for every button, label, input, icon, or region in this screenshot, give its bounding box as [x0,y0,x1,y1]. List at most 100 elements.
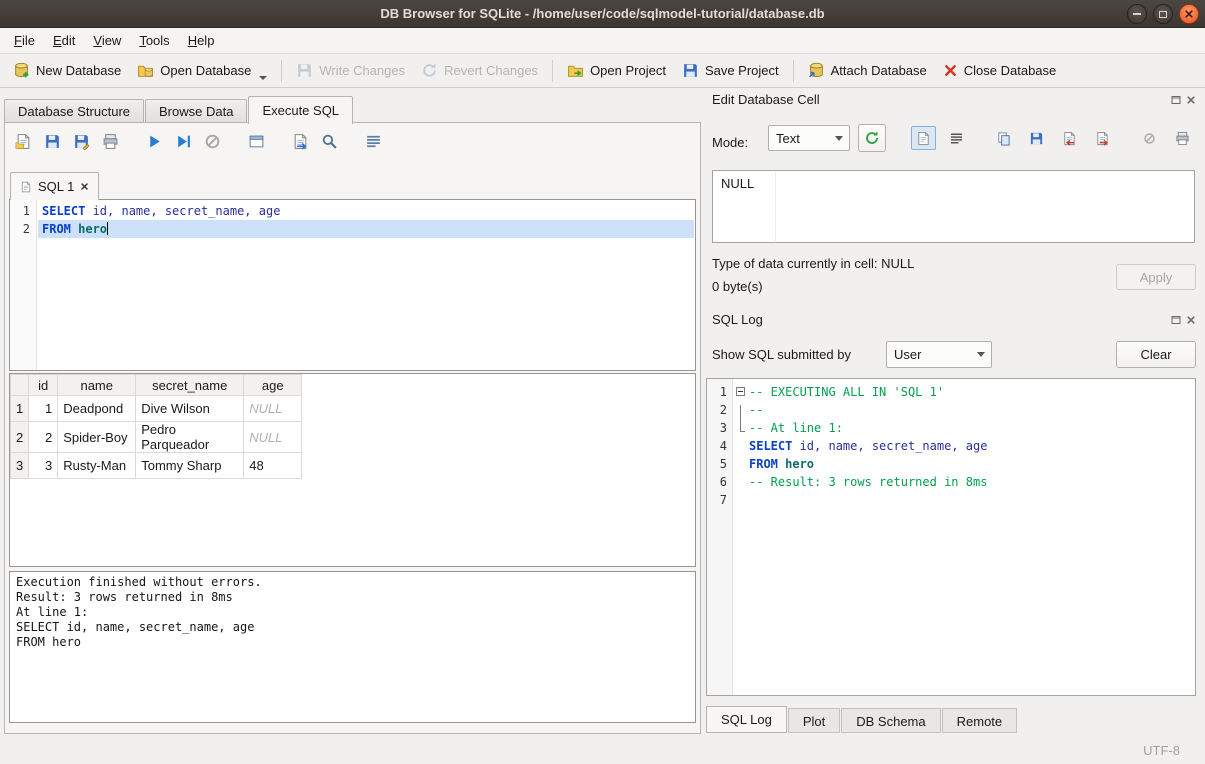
open-database-button[interactable]: Open Database [129,57,275,85]
float-dock-icon[interactable] [1171,315,1181,325]
column-header-age[interactable]: age [244,375,302,396]
execute-current-line-button[interactable] [170,128,196,154]
maximize-button[interactable] [1153,4,1173,24]
find-replace-button[interactable] [316,128,342,154]
minimize-icon [1133,13,1141,15]
tab-sql-log[interactable]: SQL Log [706,706,787,733]
tab-db-schema[interactable]: DB Schema [841,708,940,733]
cell-secret-name[interactable]: Pedro Parqueador [136,422,244,453]
open-project-button[interactable]: Open Project [559,57,674,85]
cell-age[interactable]: NULL [244,422,302,453]
close-dock-icon[interactable] [1186,315,1196,325]
clear-log-button[interactable]: Clear [1116,341,1196,368]
import-mode-button[interactable] [858,124,886,152]
mode-select[interactable]: Text [768,125,850,151]
cell-id[interactable]: 3 [29,453,58,479]
attach-database-icon [808,62,825,79]
print-cell-icon [1175,131,1190,146]
new-database-button[interactable]: New Database [5,57,129,85]
title-bar: DB Browser for SQLite - /home/user/code/… [0,0,1205,28]
window-controls [1127,4,1199,24]
sql-tab[interactable]: SQL 1 [10,172,99,200]
stop-execution-icon [204,133,221,150]
table-row: 1 1 Deadpond Dive Wilson NULL [11,396,302,422]
table-row: 3 3 Rusty-Man Tommy Sharp 48 [11,453,302,479]
open-database-dropdown-arrow[interactable] [259,76,267,80]
set-null-button[interactable] [1137,126,1162,150]
main-tab-bar: Database Structure Browse Data Execute S… [4,95,354,123]
row-number[interactable]: 1 [11,396,29,422]
edit-cell-dock-controls [1171,95,1196,105]
word-wrap-button[interactable] [944,126,969,150]
export-results-button[interactable] [287,128,313,154]
right-dock: Edit Database Cell Mode: Text [706,88,1201,734]
tab-database-structure[interactable]: Database Structure [4,99,144,123]
close-dock-icon[interactable] [1186,95,1196,105]
save-project-button[interactable]: Save Project [674,57,787,85]
menu-tools[interactable]: Tools [130,28,178,53]
text-view-icon [916,131,931,146]
cell-id[interactable]: 2 [29,422,58,453]
table-row: 2 2 Spider-Boy Pedro Parqueador NULL [11,422,302,453]
close-button[interactable] [1179,4,1199,24]
print-cell-button[interactable] [1170,126,1195,150]
open-sql-file-button[interactable] [10,128,36,154]
print-sql-button[interactable] [97,128,123,154]
cell-age[interactable]: NULL [244,396,302,422]
cell-id[interactable]: 1 [29,396,58,422]
text-caret [107,222,108,235]
cell-editor[interactable]: NULL [712,170,1195,243]
cell-name[interactable]: Deadpond [58,396,136,422]
minimize-button[interactable] [1127,4,1147,24]
menu-edit[interactable]: Edit [44,28,84,53]
find-replace-icon [321,133,338,150]
results-header-row: id name secret_name age [11,375,302,396]
tab-execute-sql[interactable]: Execute SQL [248,96,353,124]
toolbar-separator [793,60,794,82]
execute-all-icon [146,133,163,150]
dock-tab-bar: SQL Log Plot DB Schema Remote [706,706,1018,733]
editor-line-numbers: 1 2 [10,200,37,370]
log-filter-select[interactable]: User [886,341,992,368]
attach-database-button[interactable]: Attach Database [800,57,935,85]
fold-collapse-icon[interactable] [736,387,745,396]
cell-secret-name[interactable]: Dive Wilson [136,396,244,422]
copy-cell-button[interactable] [991,126,1016,150]
text-view-button[interactable] [911,126,936,150]
tab-remote[interactable]: Remote [942,708,1018,733]
row-number[interactable]: 2 [11,422,29,453]
menu-help[interactable]: Help [179,28,224,53]
new-tab-button[interactable] [243,128,269,154]
tab-browse-data[interactable]: Browse Data [145,99,247,123]
close-tab-icon[interactable] [80,182,89,191]
menu-file[interactable]: File [5,28,44,53]
menu-bar: File Edit View Tools Help [0,28,1205,54]
column-header-id[interactable]: id [29,375,58,396]
stop-execution-button [199,128,225,154]
export-cell-button[interactable] [1090,126,1115,150]
toolbar-label: Open Database [160,63,251,78]
float-dock-icon[interactable] [1171,95,1181,105]
corner-header[interactable] [11,375,29,396]
cell-secret-name[interactable]: Tommy Sharp [136,453,244,479]
sql-editor[interactable]: 1 2 SELECT id, name, secret_name, age FR… [9,199,696,371]
close-icon [1184,9,1194,19]
close-database-icon [943,63,958,78]
cell-age[interactable]: 48 [244,453,302,479]
execute-all-button[interactable] [141,128,167,154]
save-cell-button[interactable] [1024,126,1049,150]
cell-name[interactable]: Rusty-Man [58,453,136,479]
copy-cell-icon [996,131,1011,146]
column-header-secret-name[interactable]: secret_name [136,375,244,396]
format-sql-button[interactable] [360,128,386,154]
menu-view[interactable]: View [84,28,130,53]
save-sql-as-button[interactable] [68,128,94,154]
cell-name[interactable]: Spider-Boy [58,422,136,453]
close-database-button[interactable]: Close Database [935,57,1065,85]
row-number[interactable]: 3 [11,453,29,479]
save-sql-file-button[interactable] [39,128,65,154]
column-header-name[interactable]: name [58,375,136,396]
import-cell-button[interactable] [1057,126,1082,150]
tab-plot[interactable]: Plot [788,708,840,733]
open-database-icon [137,62,154,79]
